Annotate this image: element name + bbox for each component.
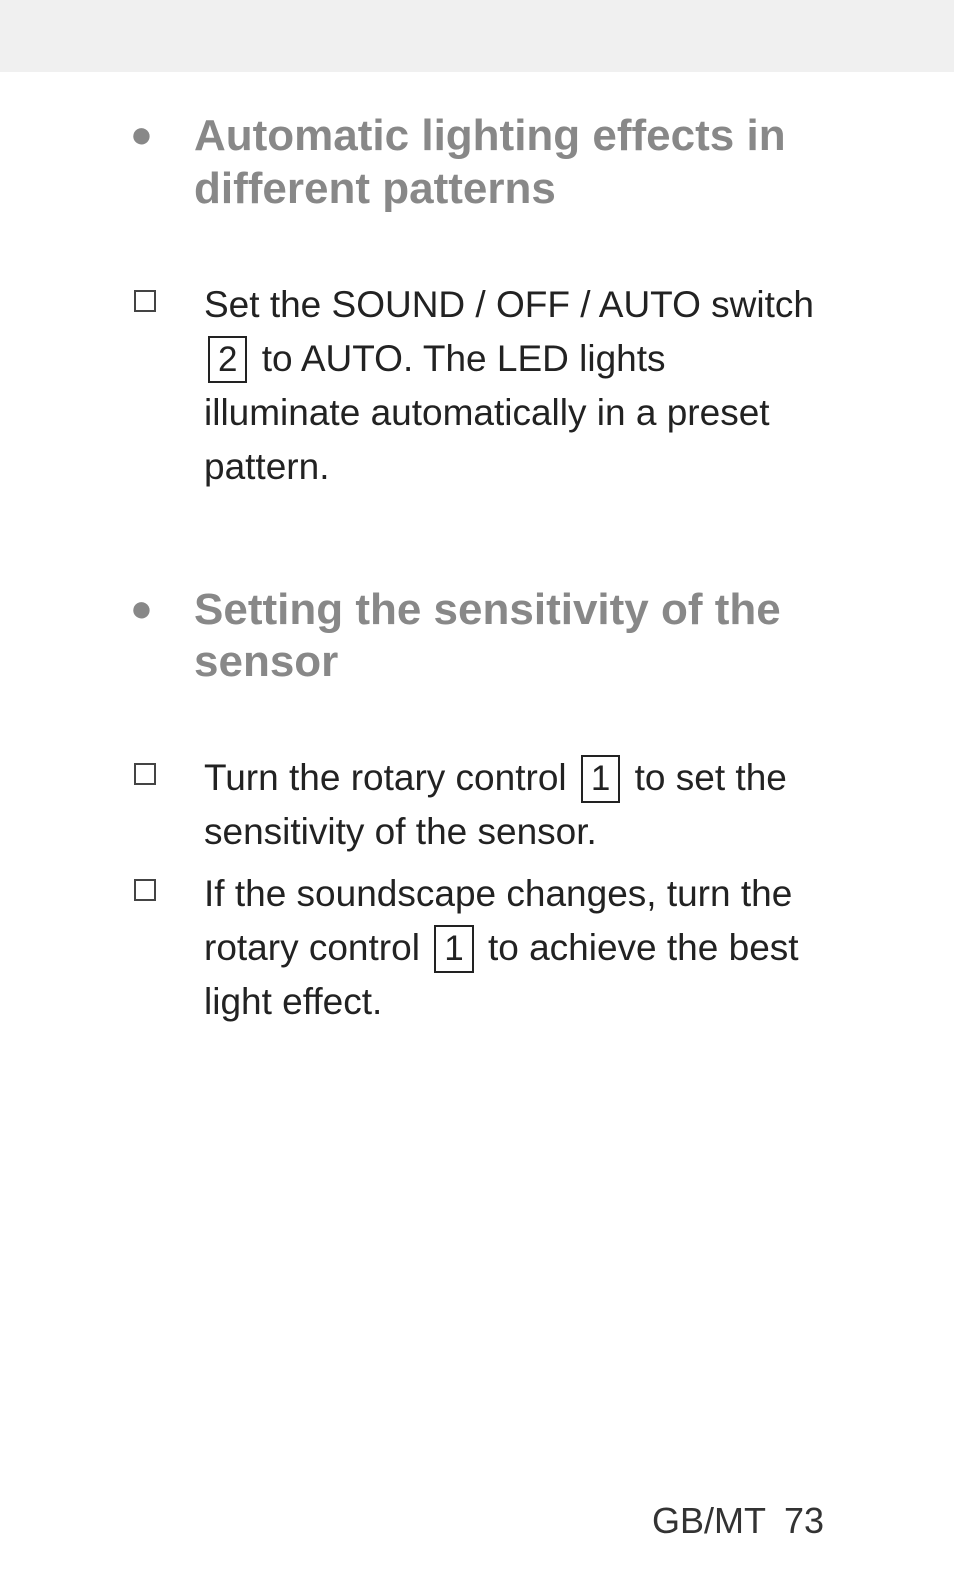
text-segment: to AUTO. The LED lights illuminate autom… [204,338,770,487]
footer-page-number: 73 [784,1500,824,1541]
page-content: ● Automatic lighting effects in differen… [0,72,954,1590]
reference-number: 1 [434,925,473,973]
section-heading: Automatic lighting effects in different … [194,110,824,216]
footer-locale: GB/MT [652,1500,766,1541]
page-footer: GB/MT 73 [652,1500,824,1542]
item-text: Set the SOUND / OFF / AUTO switch 2 to A… [204,278,824,494]
checkbox-icon [134,290,156,312]
list-item: Turn the rotary control 1 to set the sen… [130,751,824,859]
bullet-icon: ● [130,116,162,154]
text-segment: Set the SOUND / OFF / AUTO switch [204,284,814,325]
text-segment: Turn the rotary control [204,757,577,798]
reference-number: 1 [581,755,620,803]
checkbox-icon [134,879,156,901]
checkbox-icon [134,763,156,785]
reference-number: 2 [208,336,247,384]
section-sensitivity: ● Setting the sensitivity of the sensor … [130,584,824,1030]
item-text: Turn the rotary control 1 to set the sen… [204,751,824,859]
heading-row: ● Setting the sensitivity of the sensor [130,584,824,690]
section-heading: Setting the sensitivity of the sensor [194,584,824,690]
item-text: If the soundscape changes, turn the rota… [204,867,824,1029]
section-auto-lighting: ● Automatic lighting effects in differen… [130,110,824,494]
list-item: If the soundscape changes, turn the rota… [130,867,824,1029]
heading-row: ● Automatic lighting effects in differen… [130,110,824,216]
list-item: Set the SOUND / OFF / AUTO switch 2 to A… [130,278,824,494]
bullet-icon: ● [130,590,162,628]
